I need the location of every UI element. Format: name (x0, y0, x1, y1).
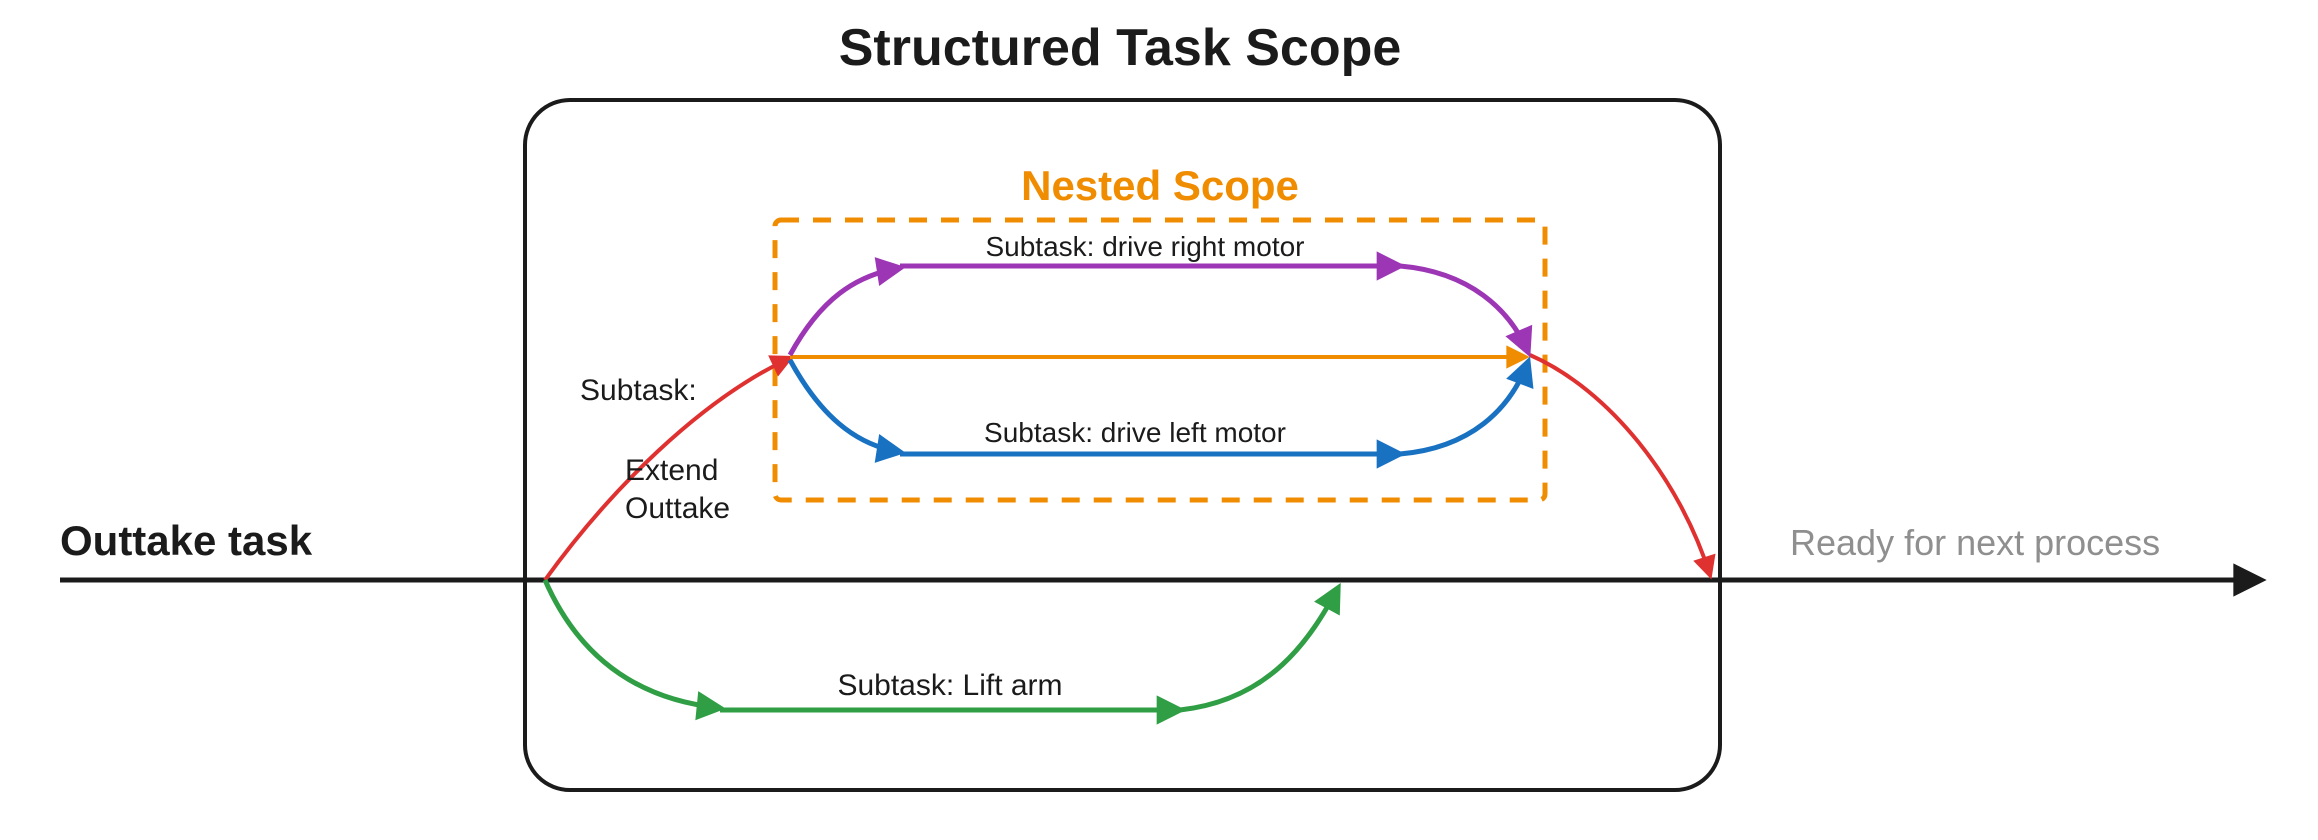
green-rejoin (1180, 588, 1338, 710)
subtask-extend-label-1: Subtask: (580, 374, 697, 407)
blue-fork-down (790, 360, 900, 452)
diagram-canvas: Structured Task Scope Nested Scope Outta… (0, 0, 2318, 840)
nested-scope-title: Nested Scope (1021, 162, 1299, 209)
title-text: Structured Task Scope (839, 19, 1402, 77)
purple-rejoin (1400, 266, 1528, 352)
timeline-end-label: Ready for next process (1790, 522, 2160, 563)
subtask-left-motor-label: Subtask: drive left motor (984, 417, 1286, 448)
blue-rejoin (1400, 362, 1528, 454)
purple-fork-up (790, 268, 900, 355)
subtask-extend-label-2: Extend (625, 454, 718, 487)
timeline-start-label: Outtake task (60, 517, 313, 564)
nested-scope-box (775, 220, 1545, 500)
subtask-right-motor-label: Subtask: drive right motor (985, 231, 1304, 262)
subtask-lift-arm-label: Subtask: Lift arm (837, 669, 1062, 702)
red-path-rejoin (1530, 355, 1710, 575)
green-fork-down (545, 580, 720, 708)
subtask-extend-label-3: Outtake (625, 492, 730, 525)
